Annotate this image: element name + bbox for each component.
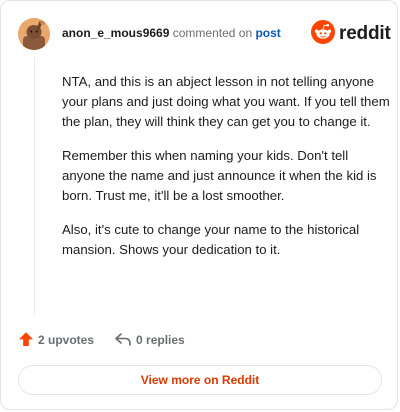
view-more-button[interactable]: View more on Reddit bbox=[18, 365, 382, 395]
comment-paragraph: Also, it's cute to change your name to t… bbox=[62, 222, 360, 257]
reddit-wordmark: reddit bbox=[339, 23, 391, 44]
comment-header: anon_e_mous9669 commented on post bbox=[62, 26, 281, 40]
reply-arrow-icon bbox=[114, 331, 132, 350]
reddit-brand[interactable]: reddit bbox=[311, 19, 391, 49]
commented-on-label: commented on bbox=[172, 26, 253, 40]
post-link[interactable]: post bbox=[255, 26, 280, 40]
thread-line[interactable] bbox=[34, 57, 35, 315]
comment-embed-card: anon_e_mous9669 commented on post reddit… bbox=[0, 0, 398, 410]
reply-button[interactable]: 0 replies bbox=[114, 331, 185, 350]
upvote-count: 2 upvotes bbox=[38, 333, 95, 347]
upvote-button[interactable]: 2 upvotes bbox=[18, 331, 94, 350]
username-link[interactable]: anon_e_mous9669 bbox=[62, 26, 169, 40]
reddit-logo-icon bbox=[311, 19, 335, 49]
comment-actions: 2 upvotes 0 replies bbox=[18, 331, 185, 349]
comment-body: NTA, and this is an abject lesson in not… bbox=[62, 72, 392, 274]
upvote-arrow-icon bbox=[18, 331, 34, 350]
reply-count: 0 replies bbox=[136, 333, 185, 347]
avatar-icon[interactable] bbox=[18, 18, 50, 50]
comment-paragraph: Remember this when naming your kids. Don… bbox=[62, 148, 377, 203]
comment-paragraph: NTA, and this is an abject lesson in not… bbox=[62, 74, 390, 129]
